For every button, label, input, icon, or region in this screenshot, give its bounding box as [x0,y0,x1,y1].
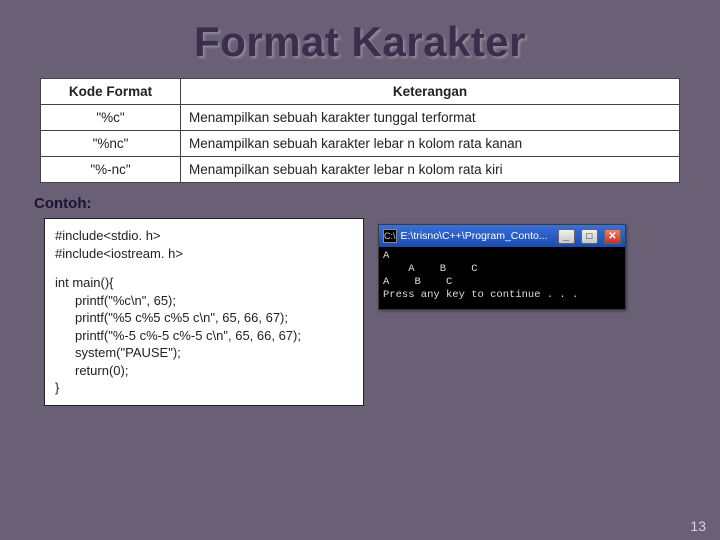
console-line: Press any key to continue . . . [383,289,578,301]
table-header-row: Kode Format Keterangan [41,79,680,105]
console-titlebar: C:\ E:\trisno\C++\Program_Conto... _ □ ✕ [379,225,625,247]
col-header-desc: Keterangan [181,79,680,105]
cell-desc: Menampilkan sebuah karakter tunggal terf… [181,105,680,131]
console-output: A A B C A B C Press any key to continue … [379,247,625,309]
minimize-button[interactable]: _ [558,229,575,244]
cell-code: "%-nc" [41,157,181,183]
console-line: A B C [383,276,452,288]
code-line: int main(){ [55,274,353,292]
cell-desc: Menampilkan sebuah karakter lebar n kolo… [181,157,680,183]
console-line: A B C [383,263,478,275]
console-title: E:\trisno\C++\Program_Conto... [401,230,548,242]
code-line: system("PAUSE"); [55,344,353,362]
code-line: printf("%5 c%5 c%5 c\n", 65, 66, 67); [55,309,353,327]
maximize-button[interactable]: □ [581,229,598,244]
table-row: "%c" Menampilkan sebuah karakter tunggal… [41,105,680,131]
console-icon: C:\ [383,229,397,243]
console-window: C:\ E:\trisno\C++\Program_Conto... _ □ ✕… [378,224,626,310]
table-row: "%-nc" Menampilkan sebuah karakter lebar… [41,157,680,183]
col-header-code: Kode Format [41,79,181,105]
code-line: #include<stdio. h> [55,227,353,245]
code-box: #include<stdio. h> #include<iostream. h>… [44,218,364,406]
console-line: A [383,250,389,262]
code-line: printf("%-5 c%-5 c%-5 c\n", 65, 66, 67); [55,327,353,345]
cell-code: "%c" [41,105,181,131]
code-line: } [55,379,353,397]
code-line: return(0); [55,362,353,380]
blank-line [55,262,353,274]
example-label: Contoh: [34,195,720,212]
close-button[interactable]: ✕ [604,229,621,244]
table-row: "%nc" Menampilkan sebuah karakter lebar … [41,131,680,157]
cell-desc: Menampilkan sebuah karakter lebar n kolo… [181,131,680,157]
slide-title: Format Karakter [0,0,720,78]
code-line: #include<iostream. h> [55,245,353,263]
page-number: 13 [690,518,706,534]
code-line: printf("%c\n", 65); [55,292,353,310]
cell-code: "%nc" [41,131,181,157]
format-table: Kode Format Keterangan "%c" Menampilkan … [40,78,680,183]
